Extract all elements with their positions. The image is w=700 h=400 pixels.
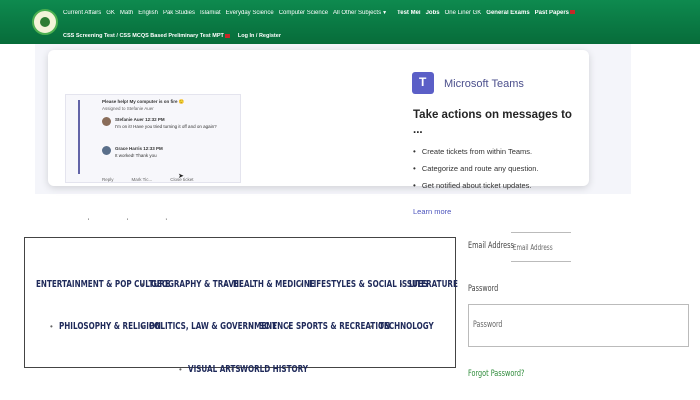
category-link[interactable]: ENTERTAINMENT & POP CULTURE <box>36 279 170 290</box>
nav-item-everyday-science[interactable]: Everyday Science <box>226 10 274 16</box>
chat-message-text: It worked! Thank you <box>115 153 157 158</box>
stray-marks: ' ' ' <box>88 219 185 225</box>
chat-message-author: Grace Harris 12:33 PM <box>115 146 163 151</box>
category-link[interactable]: VISUAL ARTS <box>188 364 241 375</box>
nav-item-label: Everyday Science <box>225 10 274 16</box>
nav-item-math[interactable]: Math <box>120 10 133 16</box>
nav-item-computer-science[interactable]: Computer Science <box>279 10 328 16</box>
nav-item-label: English <box>138 10 158 16</box>
nav-item-label: Pak Studies <box>162 10 195 16</box>
ad-brand: Microsoft Teams <box>444 78 524 90</box>
nav-item-pak-studies[interactable]: Pak Studies <box>163 10 195 16</box>
nav-item-label: Test Mei <box>397 10 421 16</box>
ad-bullet: Get notified about ticket updates. <box>413 181 588 198</box>
ad-bullet: Create tickets from within Teams. <box>413 147 588 164</box>
separator-dot-icon: • <box>50 322 53 331</box>
nav-item-label: All Other Subjects <box>333 10 382 16</box>
nav-item-english[interactable]: English <box>138 10 158 16</box>
nav-item-general-exams[interactable]: General Exams <box>486 10 529 16</box>
avatar <box>102 146 111 155</box>
chat-assignment: Assigned to Stefanie Auer <box>102 106 154 111</box>
secondary-menu: CSS Screening Test / CSS MCQS Based Prel… <box>63 33 285 43</box>
nav-item-jobs[interactable]: Jobs <box>426 10 440 16</box>
chat-accent-bar <box>78 100 80 174</box>
email-placeholder: Email Address <box>513 243 553 252</box>
logo-emblem-icon <box>40 17 50 27</box>
nav-item-islamiat[interactable]: Islamiat <box>200 10 221 16</box>
password-placeholder: Password <box>473 320 503 330</box>
category-link[interactable]: SCIENCE <box>259 321 293 332</box>
category-link[interactable]: LITERATURE <box>409 279 458 290</box>
category-link[interactable]: GEOGRAPHY & TRAVEL <box>151 279 243 290</box>
ad-title: Take actions on messages to ... <box>413 109 572 136</box>
category-link[interactable]: WORLD HISTORY <box>240 364 308 375</box>
new-badge-icon <box>570 10 576 15</box>
site-logo[interactable] <box>32 9 58 35</box>
password-field[interactable]: Password <box>468 304 689 347</box>
chat-message-author: Stefanie Auer 12:32 PM <box>115 117 165 122</box>
nav-item-test-mei[interactable]: Test Mei <box>397 10 421 16</box>
category-link[interactable]: TECHNOLOGY <box>379 321 434 332</box>
category-link[interactable]: HEALTH & MEDICINE <box>233 279 315 290</box>
nav-item-current-affairs[interactable]: Current Affairs <box>63 10 101 16</box>
nav-item-label: Computer Science <box>278 10 329 16</box>
categories-box: • • • • • • • • • • • ENTERTAINMENT & POP CULTURE GE… <box>24 237 458 375</box>
top-nav-bar: Current Affairs GK Math English Pak Studies I… <box>0 0 700 44</box>
nav-item-label: Current Affairs <box>63 10 102 16</box>
avatar <box>102 117 111 126</box>
new-badge-icon <box>224 33 230 38</box>
ad-bullet-list: Create tickets from within Teams. Catego… <box>413 147 588 198</box>
nav-item-label: One Liner GK <box>444 10 482 16</box>
category-link[interactable]: PHILOSOPHY & RELIGION <box>59 321 161 332</box>
nav-item-label: CSS Screening Test / CSS MCQS Based Prel… <box>63 33 224 39</box>
category-link[interactable]: SPORTS & RECREATION <box>296 321 390 332</box>
chat-preview: Please help! My computer is on fire 🙂 As… <box>65 94 241 183</box>
cursor-icon: ➤ <box>178 173 184 180</box>
main-menu: Current Affairs GK Math English Pak Studies I… <box>63 10 698 22</box>
nav-item-label: Jobs <box>425 10 440 16</box>
chat-header: Please help! My computer is on fire 🙂 <box>102 99 185 104</box>
nav-item-label: Log In / Register <box>237 33 281 39</box>
email-field[interactable]: Email Address <box>511 232 571 262</box>
nav-item-css-screening-test[interactable]: CSS Screening Test / CSS MCQS Based Prel… <box>63 33 234 39</box>
login-register-link[interactable]: Log In / Register <box>238 33 281 39</box>
teams-logo-icon: T <box>412 72 434 94</box>
separator-dot-icon: • <box>179 365 182 374</box>
nav-item-label: Islamiat <box>199 10 221 16</box>
email-label: Email Address <box>468 241 514 251</box>
nav-item-past-papers[interactable]: Past Papers <box>535 10 580 16</box>
nav-item-label: Past Papers <box>534 10 570 16</box>
nav-item-gk[interactable]: GK <box>106 10 115 16</box>
chat-action-mark: Mark Tic... <box>131 177 153 182</box>
chevron-down-icon: ▼ <box>382 10 388 16</box>
chat-action-reply: Reply <box>102 177 114 182</box>
teams-advertisement[interactable]: Please help! My computer is on fire 🙂 As… <box>48 50 589 190</box>
nav-item-one-liner-gk[interactable]: One Liner GK <box>445 10 482 16</box>
category-link[interactable]: POLITICS, LAW & GOVERNMENT <box>149 321 277 332</box>
chat-actions: Reply Mark Tic... Close ticket <box>102 177 212 182</box>
password-label: Password <box>468 284 499 294</box>
ad-bullet: Categorize and route any question. <box>413 164 588 181</box>
nav-item-label: Math <box>119 10 134 16</box>
nav-item-label: GK <box>106 10 115 16</box>
learn-more-link[interactable]: Learn more <box>413 207 451 216</box>
chat-message-text: I'm on it! Have you tried turning it off… <box>115 124 217 129</box>
nav-item-all-other-subjects[interactable]: All Other Subjects▼ <box>333 10 392 16</box>
forgot-password-link[interactable]: Forgot Password? <box>468 369 524 379</box>
nav-item-label: General Exams <box>486 10 530 16</box>
